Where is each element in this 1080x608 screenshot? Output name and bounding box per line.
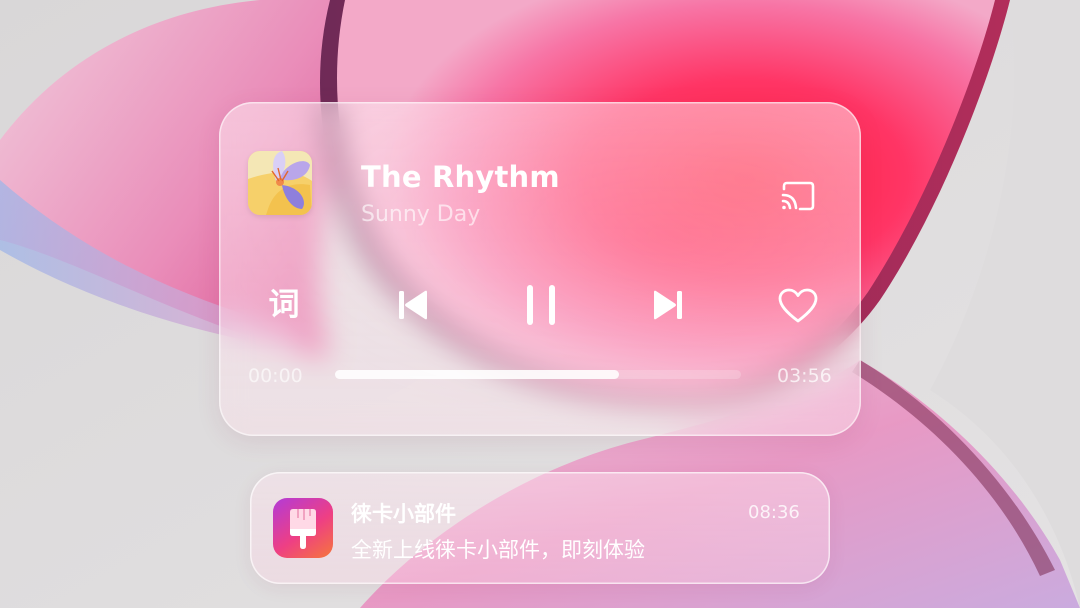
notification-body: 全新上线徕卡小部件，即刻体验 bbox=[351, 538, 645, 562]
card-glass-tint bbox=[219, 102, 861, 436]
wallpaper-screen: The Rhythm Sunny Day 词 00:00 03:56 徕卡小部件… bbox=[0, 0, 1080, 608]
progress-fill bbox=[335, 370, 620, 379]
cast-icon bbox=[781, 181, 815, 211]
skip-next-icon bbox=[654, 290, 682, 320]
artist-name: Sunny Day bbox=[361, 202, 481, 227]
song-title: The Rhythm bbox=[361, 160, 560, 194]
previous-track-button[interactable] bbox=[396, 288, 430, 322]
total-time: 03:56 bbox=[777, 365, 832, 387]
album-art[interactable] bbox=[248, 151, 312, 215]
heart-icon bbox=[778, 288, 818, 323]
like-button[interactable] bbox=[778, 288, 818, 324]
notification-title: 徕卡小部件 bbox=[351, 502, 456, 526]
flower-album-art-icon bbox=[248, 151, 312, 215]
next-track-button[interactable] bbox=[651, 288, 685, 322]
lyrics-button[interactable]: 词 bbox=[266, 287, 302, 323]
pause-icon bbox=[527, 285, 555, 325]
notification-time: 08:36 bbox=[748, 502, 800, 523]
app-icon bbox=[273, 498, 333, 558]
music-player-widget: The Rhythm Sunny Day 词 00:00 03:56 bbox=[219, 102, 861, 436]
notification-card[interactable]: 徕卡小部件 08:36 全新上线徕卡小部件，即刻体验 bbox=[250, 472, 830, 584]
progress-slider[interactable] bbox=[335, 370, 741, 379]
paintbrush-icon bbox=[290, 509, 316, 549]
elapsed-time: 00:00 bbox=[248, 365, 303, 387]
cast-button[interactable] bbox=[780, 181, 816, 211]
skip-previous-icon bbox=[399, 290, 427, 320]
pause-button[interactable] bbox=[523, 284, 559, 326]
